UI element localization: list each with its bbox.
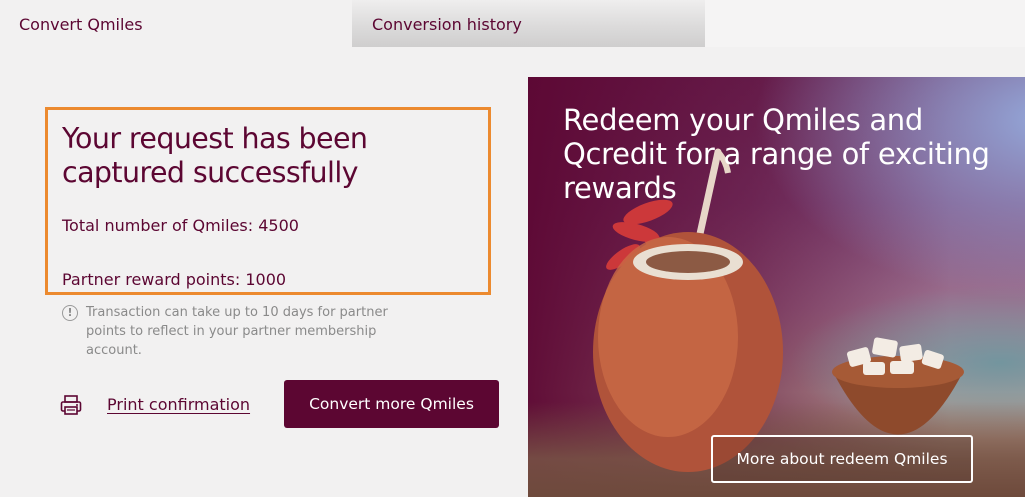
tab-label: Convert Qmiles: [19, 15, 143, 34]
tab-conversion-history[interactable]: Conversion history: [352, 0, 705, 47]
promo-banner: Redeem your Qmiles and Qcredit for a ran…: [528, 77, 1025, 497]
total-qmiles-text: Total number of Qmiles: 4500: [62, 216, 299, 235]
tab-convert-qmiles[interactable]: Convert Qmiles: [0, 0, 352, 47]
success-heading: Your request has been captured successfu…: [62, 122, 368, 189]
convert-more-qmiles-button[interactable]: Convert more Qmiles: [284, 380, 499, 428]
print-confirmation-link[interactable]: Print confirmation: [107, 395, 250, 414]
info-icon: !: [62, 305, 78, 321]
more-about-redeem-qmiles-button[interactable]: More about redeem Qmiles: [711, 435, 973, 483]
transaction-note: Transaction can take up to 10 days for p…: [86, 305, 388, 358]
partner-points-text: Partner reward points: 1000: [62, 270, 287, 289]
tab-bar-filler: [705, 0, 1025, 47]
tab-bar: Convert Qmiles Conversion history: [0, 0, 1025, 47]
success-summary-box: Your request has been captured successfu…: [45, 107, 491, 295]
printer-icon[interactable]: [60, 394, 82, 416]
tab-label: Conversion history: [372, 15, 522, 34]
promo-heading: Redeem your Qmiles and Qcredit for a ran…: [563, 103, 990, 205]
